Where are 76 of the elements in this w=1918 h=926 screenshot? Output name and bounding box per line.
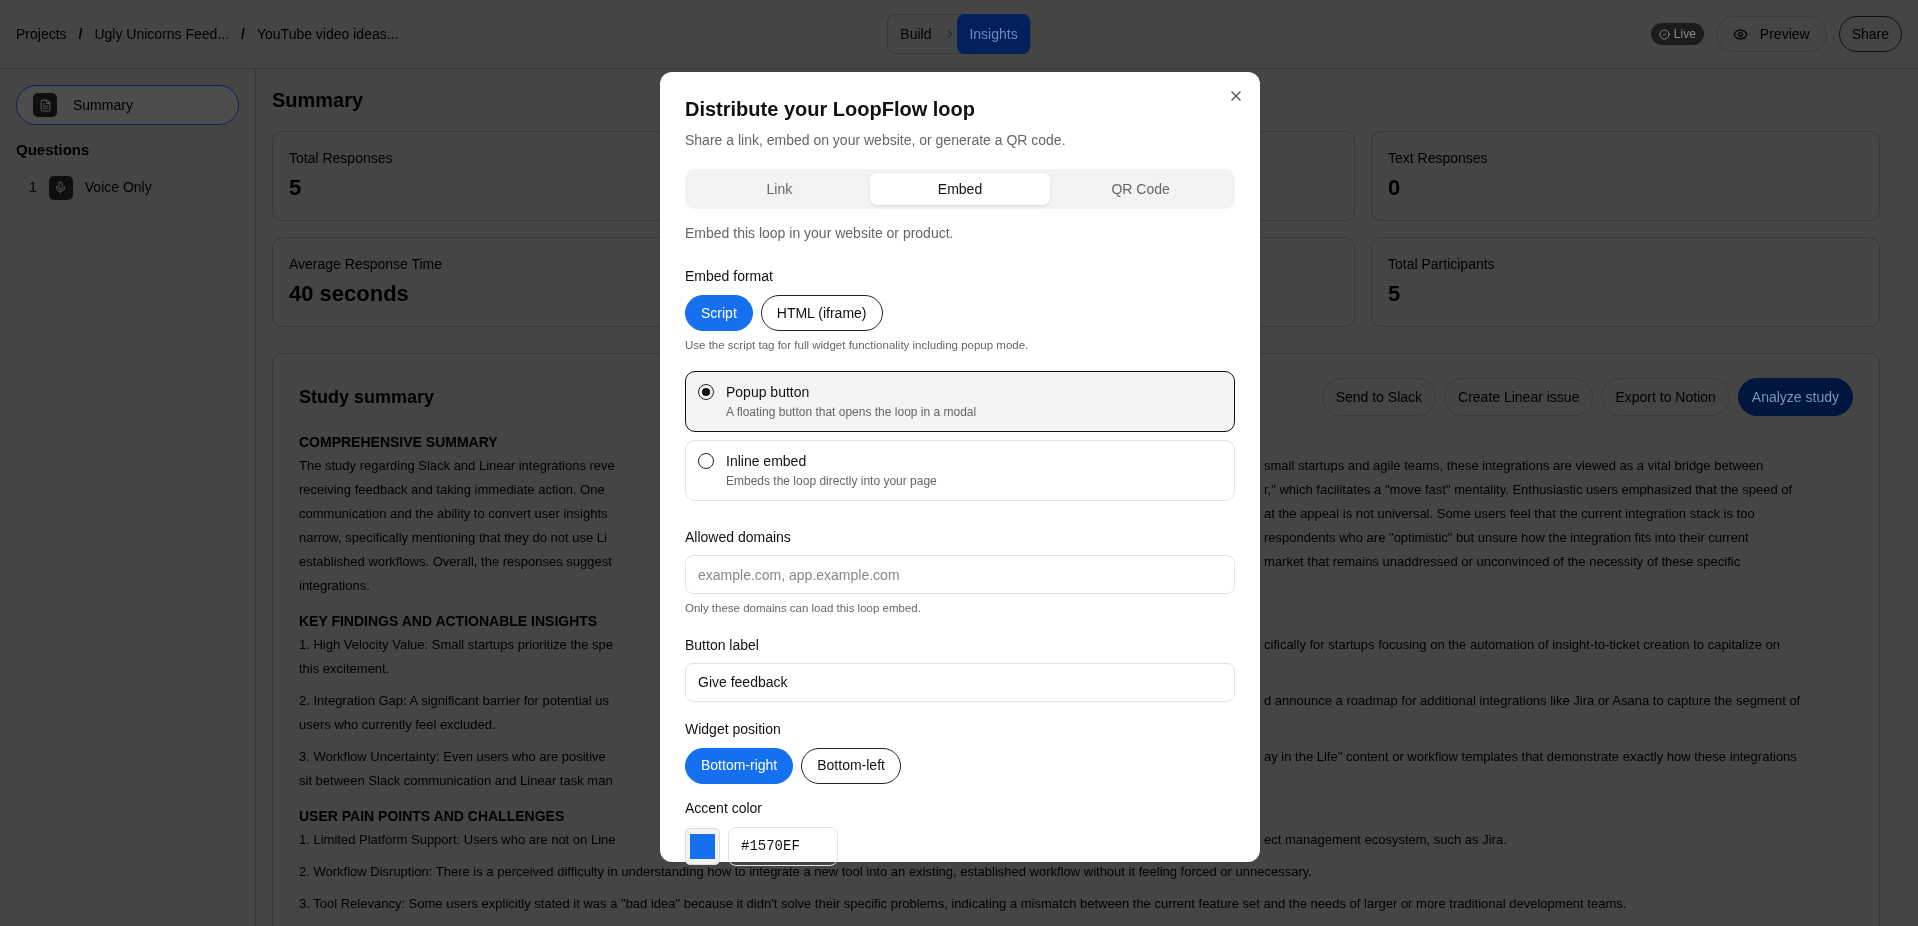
- mode-tab[interactable]: Insights: [957, 14, 1030, 54]
- field-label: Allowed domains: [685, 528, 792, 548]
- summary-text: 3. Workflow Uncertainty: Even users who are positive: [299, 748, 606, 766]
- dialog-tab[interactable]: QR Code: [1050, 173, 1231, 205]
- summary-text: sit between Slack communication and Linear task man: [299, 772, 613, 790]
- option-pill[interactable]: HTML (iframe): [760, 295, 883, 331]
- summary-text: 3. Tool Relevancy: Some users explicitly stated it was a "bad idea" because it didn't solve their specific problems, indicating a mismatch between the current feature set and the needs of larger or more traditional development teams.: [299, 895, 1627, 913]
- embed-type-option[interactable]: Popup button A floating button that opens the loop in a modal: [685, 371, 1235, 433]
- summary-text: d announce a roadmap for additional integrations like Jira or Asana to capture the segment of: [1264, 692, 1801, 710]
- color-swatch[interactable]: [685, 827, 720, 865]
- summary-text: ay in the Life" content or workflow templates that demonstrate exactly how these integrations: [1264, 748, 1797, 766]
- summary-text: 1. Limited Platform Support: Users who are not on Line: [299, 831, 616, 849]
- summary-text: communication and the ability to convert user insights: [299, 505, 608, 523]
- summary-text: small startups and agile teams, these integrations are viewed as a vital bridge between: [1264, 457, 1764, 475]
- hint-text: Use the script tag for full widget functionality including popup mode.: [685, 338, 1030, 353]
- option-pill[interactable]: Bottom-right: [685, 747, 794, 784]
- dialog-tab[interactable]: Link: [689, 173, 870, 205]
- summary-text: this excitement.: [299, 660, 390, 678]
- metric-value: 5: [1388, 280, 1401, 308]
- dialog-tab[interactable]: Embed: [869, 173, 1051, 205]
- option-title: Popup button: [726, 383, 811, 403]
- color-hex-input[interactable]: #1570EF: [728, 826, 838, 866]
- summary-text: The study regarding Slack and Linear integrations reve: [299, 457, 615, 475]
- field-label: Button label: [685, 635, 760, 655]
- eye-icon: [1732, 26, 1748, 42]
- metric-label: Total Participants: [1388, 255, 1495, 274]
- summary-text: 1. High Velocity Value: Small startups prioritize the spe: [299, 636, 614, 654]
- metric-value: 5: [289, 174, 302, 202]
- dialog-subtitle: Share a link, embed on your website, or generate a QR code.: [685, 131, 1067, 150]
- section-heading: USER PAIN POINTS AND CHALLENGES: [299, 807, 565, 826]
- embed-type-option[interactable]: Inline embed Embeds the loop directly into your page: [685, 440, 1235, 502]
- page-title: Summary: [272, 88, 364, 113]
- section-heading: KEY FINDINGS AND ACTIONABLE INSIGHTS: [299, 612, 598, 631]
- domains-input[interactable]: example.com, app.example.com: [685, 555, 1235, 595]
- dialog-title: Distribute your LoopFlow loop: [685, 97, 975, 122]
- summary-text: receiving feedback and taking immediate action. One: [299, 481, 605, 499]
- summary-text: market that remains unaddressed or unconvinced of the necessity of these specific: [1264, 553, 1741, 571]
- breadcrumb-separator: /: [78, 24, 83, 44]
- questions-heading: Questions: [16, 140, 90, 160]
- metric-value: 40 seconds: [289, 280, 409, 308]
- summary-text: 2. Integration Gap: A significant barrier for potential us: [299, 692, 609, 710]
- summary-text: cifically for startups focusing on the automation of insight-to-ticket creation to capitalize on: [1264, 636, 1780, 654]
- file-icon: [33, 93, 57, 117]
- microphone-icon: [48, 175, 73, 200]
- tab-description: Embed this loop in your website or product.: [685, 224, 955, 243]
- button-label-input[interactable]: Give feedback: [685, 662, 1235, 702]
- live-badge: Live: [1650, 23, 1704, 45]
- summary-text: ect management ecosystem, such as Jira.: [1264, 831, 1507, 849]
- check-circle-icon: [1658, 28, 1670, 40]
- metric-label: Total Responses: [289, 149, 393, 168]
- summary-text: users who currently feel excluded.: [299, 716, 496, 734]
- metric-label: Average Response Time: [289, 255, 443, 274]
- breadcrumb-separator: /: [241, 24, 245, 44]
- field-label: Accent color: [685, 798, 764, 818]
- summary-text: at the appeal is not universal. Some users feel that the current integration stack is too: [1264, 505, 1755, 523]
- summary-text: r," which facilitates a "move fast" mentality. Enthusiastic users emphasized that the speed of: [1264, 481, 1793, 499]
- metric-label: Text Responses: [1388, 149, 1488, 168]
- question-number: 1: [29, 178, 37, 197]
- summary-text: 2. Workflow Disruption: There is a perceived difficulty in understanding how to integrate a new tool into an existing, established workflow without it feeling forced or unnecessary.: [299, 863, 1312, 881]
- action-button[interactable]: Analyze study: [1737, 378, 1853, 416]
- summary-text: established workflows. Overall, the responses suggest: [299, 553, 612, 571]
- option-title: Inline embed: [726, 452, 808, 472]
- section-heading: COMPREHENSIVE SUMMARY: [299, 433, 498, 452]
- hint-text: Only these domains can load this loop embed.: [685, 601, 922, 617]
- option-pill[interactable]: Script: [685, 295, 753, 331]
- metric-value: 0: [1388, 174, 1401, 202]
- option-description: Embeds the loop directly into your page: [726, 473, 937, 491]
- summary-nav-item[interactable]: Summary: [16, 85, 239, 125]
- field-label: Embed format: [685, 267, 774, 286]
- summary-text: narrow, specifically mentioning that they do not use Li: [299, 529, 607, 547]
- summary-text: respondents who are "optimistic" but unsure how the integration fits into their current: [1264, 529, 1749, 547]
- field-label: Widget position: [685, 719, 782, 739]
- option-pill[interactable]: Bottom-left: [801, 747, 901, 784]
- summary-text: integrations.: [299, 577, 370, 595]
- option-description: A floating button that opens the loop in a modal: [726, 404, 977, 422]
- card-title: Study summary: [299, 385, 435, 409]
